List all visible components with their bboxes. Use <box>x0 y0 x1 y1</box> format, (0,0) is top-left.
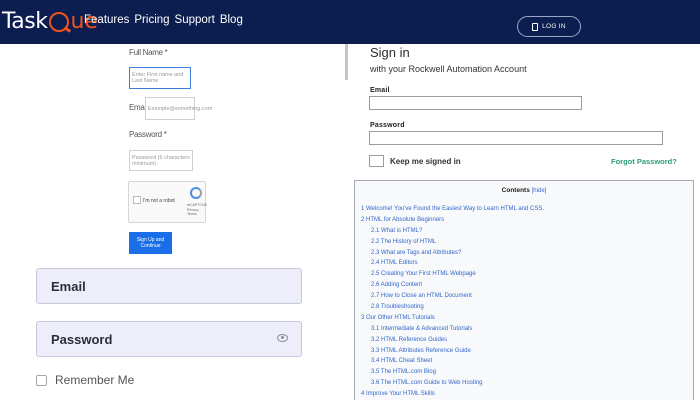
toc-item[interactable]: 2.6 Adding Content <box>361 282 544 293</box>
signin-password-label: Password <box>370 122 405 129</box>
nav-link-pricing[interactable]: Pricing <box>134 14 169 26</box>
toc-item[interactable]: 2.7 How to Close an HTML Document <box>361 293 544 304</box>
logo-text: Task <box>2 8 48 34</box>
keep-signed-in-label: Keep me signed in <box>390 156 461 166</box>
nav-link-blog[interactable]: Blog <box>220 14 243 26</box>
password-input[interactable]: Password (6 characters minimum) <box>129 150 193 171</box>
toc-item[interactable]: 2.4 HTML Editors <box>361 260 544 271</box>
toc-item[interactable]: 3.3 HTML Attributes Reference Guide <box>361 348 544 359</box>
signin-password-input[interactable] <box>369 131 663 145</box>
login-password-placeholder: Password <box>51 331 113 347</box>
signin-email-label: Email <box>370 87 390 94</box>
toc-item[interactable]: 3.4 HTML Cheat Sheet <box>361 358 544 369</box>
toc-item[interactable]: 2.2 The History of HTML <box>361 239 544 250</box>
forgot-password-link[interactable]: Forgot Password? <box>611 157 677 166</box>
recaptcha-brand: reCAPTCHA <box>187 203 207 207</box>
toc-item[interactable]: 4 Improve Your HTML Skills <box>361 391 544 400</box>
main-nav: Features Pricing Support Blog <box>84 14 243 26</box>
fullname-input[interactable]: Enter First name and Last Name <box>129 67 191 89</box>
toc-title: Contents <box>501 187 530 194</box>
toc-list: 1 Welcome! You've Found the Easiest Way … <box>361 206 544 400</box>
recaptcha-label: I'm not a robot <box>143 198 175 204</box>
toc-header: Contents [hide] <box>355 187 693 194</box>
top-navbar: Task ue Features Pricing Support Blog LO… <box>0 0 700 44</box>
logo-q-mark <box>49 12 70 32</box>
eye-icon[interactable] <box>277 334 288 342</box>
fullname-label: Full Name * <box>129 48 168 57</box>
toc-item[interactable]: 2 HTML for Absolute Beginners <box>361 217 544 228</box>
login-icon <box>532 22 539 31</box>
toc-item[interactable]: 3 Our Other HTML Tutorials <box>361 315 544 326</box>
toc-item[interactable]: 2.3 What are Tags and Attributes? <box>361 250 544 261</box>
recaptcha-widget: I'm not a robot reCAPTCHA Privacy - Term… <box>128 181 207 223</box>
keep-signed-in-row: Keep me signed in <box>369 155 461 167</box>
toc-item[interactable]: 2.8 Troubleshooting <box>361 304 544 315</box>
toc-item[interactable]: 2.1 What is HTML? <box>361 228 544 239</box>
email-input[interactable]: Example@something.com <box>145 97 212 120</box>
toc-item[interactable]: 1 Welcome! You've Found the Easiest Way … <box>361 206 544 217</box>
vertical-divider <box>345 44 348 80</box>
remember-me-label: Remember Me <box>55 373 135 387</box>
recaptcha-terms[interactable]: Privacy - Terms <box>187 208 205 216</box>
login-email-field[interactable]: Email <box>36 268 302 304</box>
password-label: Password * <box>129 130 167 139</box>
login-button[interactable]: LOG IN <box>517 16 581 37</box>
signin-subtitle: with your Rockwell Automation Account <box>370 64 527 74</box>
toc-item[interactable]: 3.6 The HTML.com Guide to Web Hosting <box>361 380 544 391</box>
nav-link-features[interactable]: Features <box>84 14 129 26</box>
toc-item[interactable]: 3.2 HTML Reference Guides <box>361 337 544 348</box>
toc-item[interactable]: 3.1 Intermediate & Advanced Tutorials <box>361 326 544 337</box>
recaptcha-checkbox[interactable] <box>133 196 141 204</box>
toc-item[interactable]: 3.5 The HTML.com Blog <box>361 369 544 380</box>
table-of-contents: Contents [hide] 1 Welcome! You've Found … <box>354 180 694 400</box>
signup-button[interactable]: Sign Up and Continue <box>129 232 172 254</box>
signin-email-input[interactable] <box>369 96 582 110</box>
signin-title: Sign in <box>370 45 410 60</box>
remember-me-checkbox[interactable] <box>36 374 47 386</box>
toc-hide-link[interactable]: [hide] <box>532 188 547 194</box>
remember-me-row: Remember Me <box>36 373 134 387</box>
login-label: LOG IN <box>542 23 566 30</box>
nav-link-support[interactable]: Support <box>175 14 215 26</box>
keep-signed-in-checkbox[interactable] <box>369 155 384 167</box>
toc-item[interactable]: 2.5 Creating Your First HTML Webpage <box>361 271 544 282</box>
login-password-field[interactable]: Password <box>36 321 302 357</box>
recaptcha-icon <box>190 187 202 199</box>
